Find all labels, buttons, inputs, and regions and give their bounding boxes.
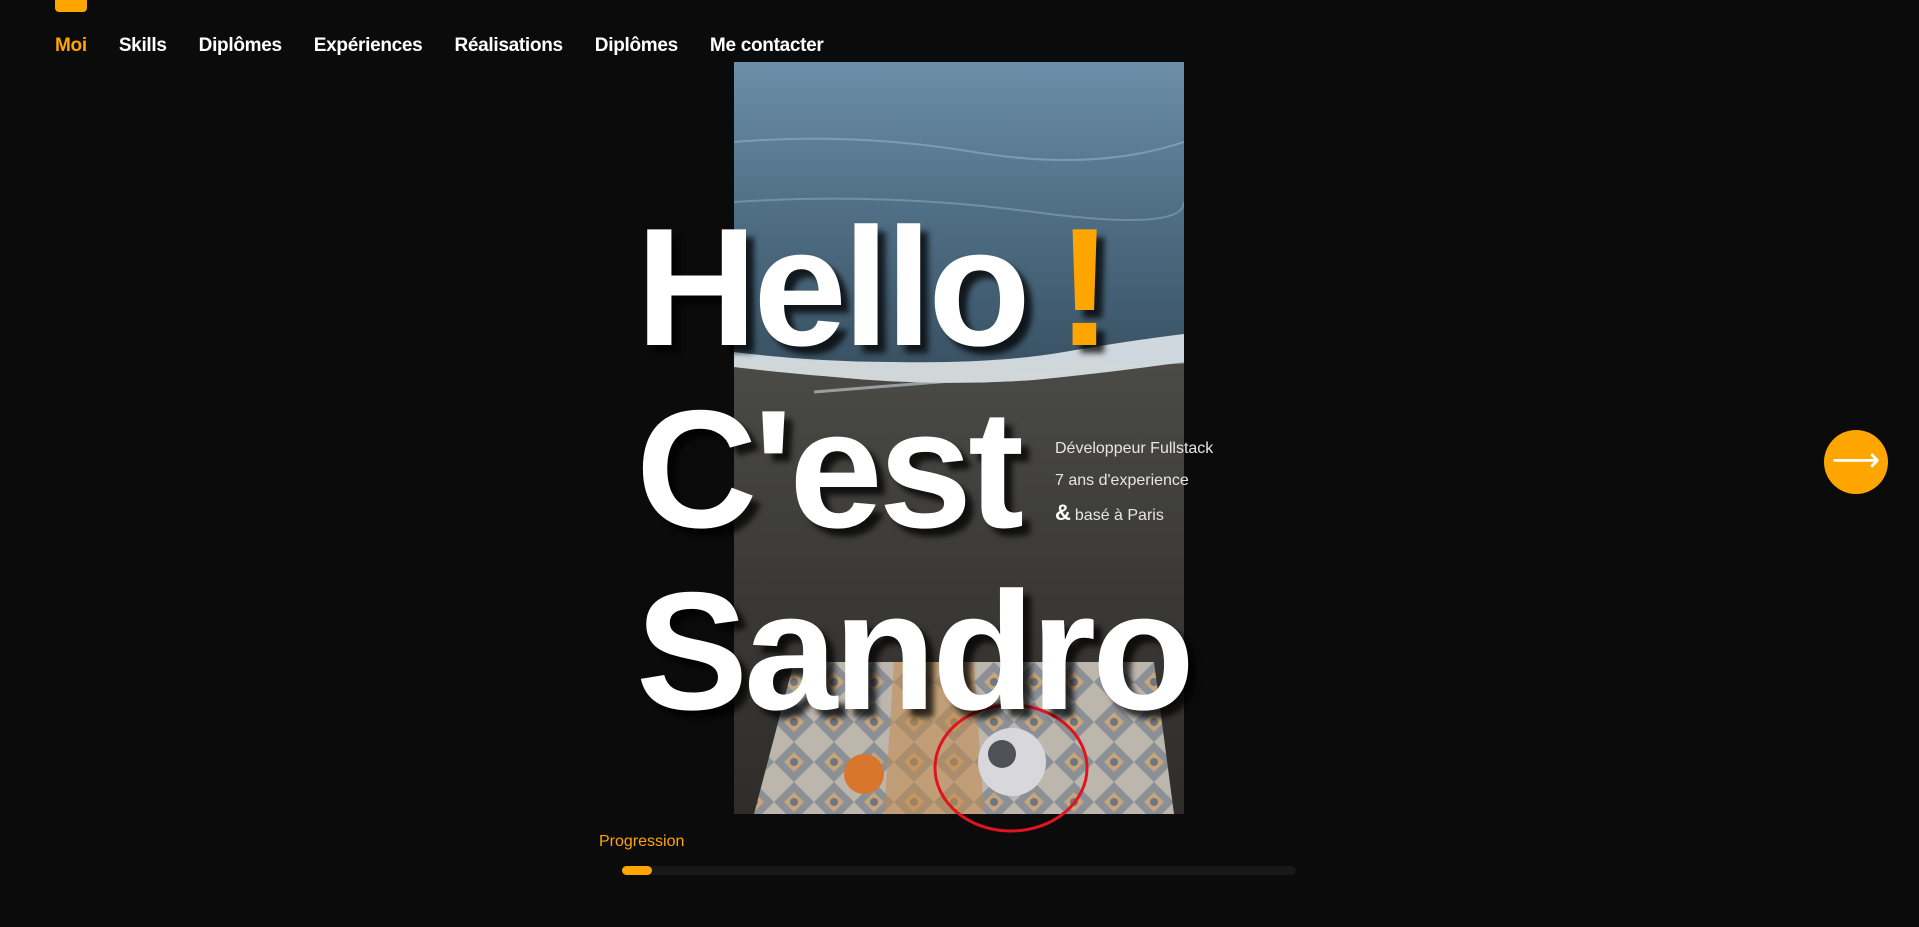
profile-location: basé à Paris [1074,507,1164,524]
top-navigation: Moi Skills Diplômes Expériences Réalisat… [55,34,856,58]
profile-role: Développeur Fullstack [1055,440,1214,457]
nav-item-diplomes[interactable]: Diplômes [199,34,282,58]
hero-line-hello: Hello! [636,196,1191,378]
ampersand: & [1055,500,1071,525]
next-slide-button[interactable]: ⟶ [1824,430,1888,494]
nav-item-experiences[interactable]: Expériences [314,34,423,58]
progress-bar [622,866,1296,875]
nav-item-skills[interactable]: Skills [119,34,167,58]
arrow-right-icon: ⟶ [1831,440,1881,480]
nav-item-moi[interactable]: Moi [55,34,87,58]
hero-line-name: Sandro [636,557,1195,745]
progress-label: Progression [599,833,685,850]
page: Moi Skills Diplômes Expériences Réalisat… [0,0,1919,927]
profile-experience: 7 ans d'experience [1055,472,1189,489]
logo[interactable] [55,0,87,12]
nav-item-realisations[interactable]: Réalisations [454,34,563,58]
hero-hello-text: Hello [636,193,1031,381]
nav-item-diplomes-2[interactable]: Diplômes [595,34,678,58]
hero-exclamation: ! [1056,193,1113,381]
profile-location-line: & basé à Paris [1055,497,1213,532]
profile-summary: Développeur Fullstack 7 ans d'experience… [1055,433,1213,532]
nav-item-contact[interactable]: Me contacter [710,34,824,58]
progress-fill [622,866,653,875]
